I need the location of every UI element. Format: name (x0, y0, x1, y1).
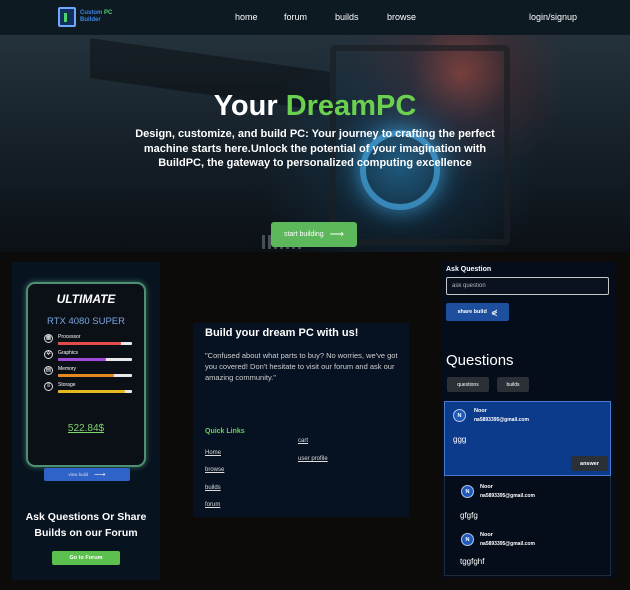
build-card-title: ULTIMATE (56, 292, 116, 306)
hero-banner: Your DreamPC Design, customize, and buil… (0, 35, 630, 252)
navbar: Custom PC Builder home forum builds brow… (0, 0, 630, 35)
post-author-email: na5893395@gmail.com (474, 417, 529, 423)
post-body: gfgfg (460, 511, 478, 520)
cpu-icon: ▦ (44, 334, 53, 343)
nav-link-browse[interactable]: browse (387, 12, 416, 22)
storage-icon: ≡ (44, 382, 53, 391)
share-build-button[interactable]: share build ⋞ (446, 303, 509, 321)
avatar: N (461, 485, 474, 498)
post-body: ggg (453, 435, 467, 444)
build-card[interactable]: ULTIMATE RTX 4080 SUPER ▦ Processor ✲ Gr… (26, 282, 146, 481)
go-to-forum-button[interactable]: Go to Forum (52, 551, 120, 565)
footer-link-browse[interactable]: browse (205, 467, 224, 473)
footer-link-forum[interactable]: forum (205, 502, 220, 508)
footer-link-user-profile[interactable]: user profile (298, 456, 328, 462)
post-body: tggfghf (460, 557, 485, 566)
about-panel: Build your dream PC with us! "Confused a… (193, 323, 409, 517)
forum-promo-heading: Ask Questions Or Share Builds on our For… (25, 511, 147, 539)
hero-title-accent: DreamPC (285, 90, 417, 122)
logo[interactable]: Custom PC Builder (58, 7, 112, 27)
spec-processor: ▦ Processor (44, 334, 134, 346)
answer-button[interactable]: answer (571, 456, 608, 471)
nav-link-home[interactable]: home (235, 12, 258, 22)
post-author-email: na5893395@gmail.com (480, 541, 535, 547)
hero-subtitle: Design, customize, and build PC: Your jo… (135, 128, 495, 169)
footer-link-cart[interactable]: cart (298, 438, 308, 444)
view-build-button[interactable]: view build ⟶ (44, 468, 130, 481)
question-post-list: N Noor na5893395@gmail.com gfgfg N Noor … (444, 476, 611, 576)
share-icon: ⋞ (490, 307, 498, 317)
avatar: N (453, 409, 466, 422)
memory-icon: ▤ (44, 366, 53, 375)
arrow-right-icon: ⟶ (94, 470, 106, 479)
arrow-right-icon: ⟶ (329, 229, 345, 240)
quick-links-title: Quick Links (205, 428, 245, 435)
build-price: 522.84$ (67, 423, 105, 434)
avatar: N (461, 533, 474, 546)
spec-graphics: ✲ Graphics (44, 350, 134, 362)
footer-link-builds[interactable]: builds (205, 485, 221, 491)
logo-icon (58, 7, 76, 27)
tab-builds[interactable]: builds (497, 377, 529, 392)
spec-bar-fill (58, 342, 121, 345)
questions-panel: Ask Question share build⋞ Questions ques… (441, 262, 615, 578)
footer-link-home[interactable]: Home (205, 450, 221, 456)
featured-build-panel: ULTIMATE RTX 4080 SUPER ▦ Processor ✲ Gr… (12, 262, 160, 580)
nav-link-builds[interactable]: builds (335, 12, 359, 22)
spec-memory: ▤ Memory (44, 366, 134, 378)
questions-heading: Questions (446, 352, 514, 369)
start-building-button[interactable]: start building ⟶ (271, 222, 357, 247)
question-post-active[interactable]: N Noor na5893395@gmail.com ggg answer (444, 401, 611, 476)
ask-question-input[interactable] (446, 277, 609, 295)
spec-storage: ≡ Storage (44, 382, 134, 394)
post-author-name: Noor (474, 408, 487, 414)
tab-questions[interactable]: questions (447, 377, 489, 392)
nav-link-forum[interactable]: forum (284, 12, 307, 22)
about-title: Build your dream PC with us! (205, 327, 359, 339)
build-card-gpu: RTX 4080 SUPER (47, 316, 125, 327)
spec-bar-fill (58, 358, 107, 361)
hero-title: Your DreamPC (213, 90, 417, 122)
logo-text-pc: PC (104, 10, 113, 16)
logo-text-custom: Custom (80, 10, 103, 16)
post-author-name: Noor (480, 532, 493, 538)
about-quote: "Confused about what parts to buy? No wo… (205, 351, 398, 382)
nav-link-login-signup[interactable]: login/signup (529, 12, 577, 22)
spec-bar-fill (58, 390, 125, 393)
logo-text-builder: Builder (80, 17, 101, 23)
post-author-name: Noor (480, 484, 493, 490)
ask-question-label: Ask Question (446, 266, 492, 273)
page: Custom PC Builder home forum builds brow… (0, 0, 630, 590)
gpu-icon: ✲ (44, 350, 53, 359)
post-author-email: na5893395@gmail.com (480, 493, 535, 499)
spec-bar-fill (58, 374, 114, 377)
